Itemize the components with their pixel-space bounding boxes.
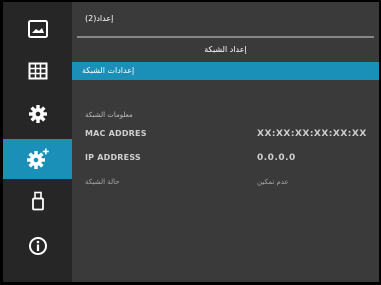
sidebar-item-usb[interactable] bbox=[3, 181, 72, 221]
menu-item-network-settings[interactable]: إعدادات الشبكة bbox=[72, 62, 379, 80]
sidebar-item-settings[interactable] bbox=[3, 94, 72, 134]
sidebar bbox=[3, 2, 72, 282]
usb-icon bbox=[31, 191, 44, 211]
sidebar-item-display[interactable] bbox=[3, 51, 72, 91]
mac-value: XX:XX:XX:XX:XX:XX bbox=[257, 129, 367, 139]
ip-value: 0.0.0.0 bbox=[257, 153, 296, 163]
network-status-label: حالة الشبكة bbox=[85, 178, 120, 186]
info-row-mac: MAC ADDRES XX:XX:XX:XX:XX:XX bbox=[85, 129, 375, 143]
sidebar-item-picture[interactable] bbox=[3, 9, 72, 49]
ip-label: IP ADDRESS bbox=[85, 153, 141, 162]
section-title: إعداد الشبكة bbox=[204, 45, 247, 54]
divider bbox=[77, 36, 374, 38]
sidebar-item-advanced-settings[interactable] bbox=[3, 139, 72, 179]
picture-icon bbox=[27, 20, 48, 38]
info-row-network-status: حالة الشبكة عدم تمكين bbox=[85, 178, 375, 192]
sidebar-item-info[interactable] bbox=[3, 226, 72, 266]
mac-label: MAC ADDRES bbox=[85, 129, 147, 138]
osd-menu: إعداد(2) إعداد الشبكة إعدادات الشبكة معل… bbox=[3, 2, 379, 282]
network-info-header: معلومات الشبكة bbox=[85, 111, 133, 119]
grid-display-icon bbox=[28, 62, 47, 80]
breadcrumb: إعداد(2) bbox=[85, 14, 114, 23]
main-panel: إعداد(2) إعداد الشبكة إعدادات الشبكة معل… bbox=[72, 2, 379, 282]
info-icon bbox=[28, 237, 47, 255]
gear-icon bbox=[28, 105, 47, 123]
network-status-value: عدم تمكين bbox=[257, 178, 289, 186]
gear-plus-icon bbox=[26, 148, 49, 169]
info-row-ip: IP ADDRESS 0.0.0.0 bbox=[85, 153, 375, 167]
